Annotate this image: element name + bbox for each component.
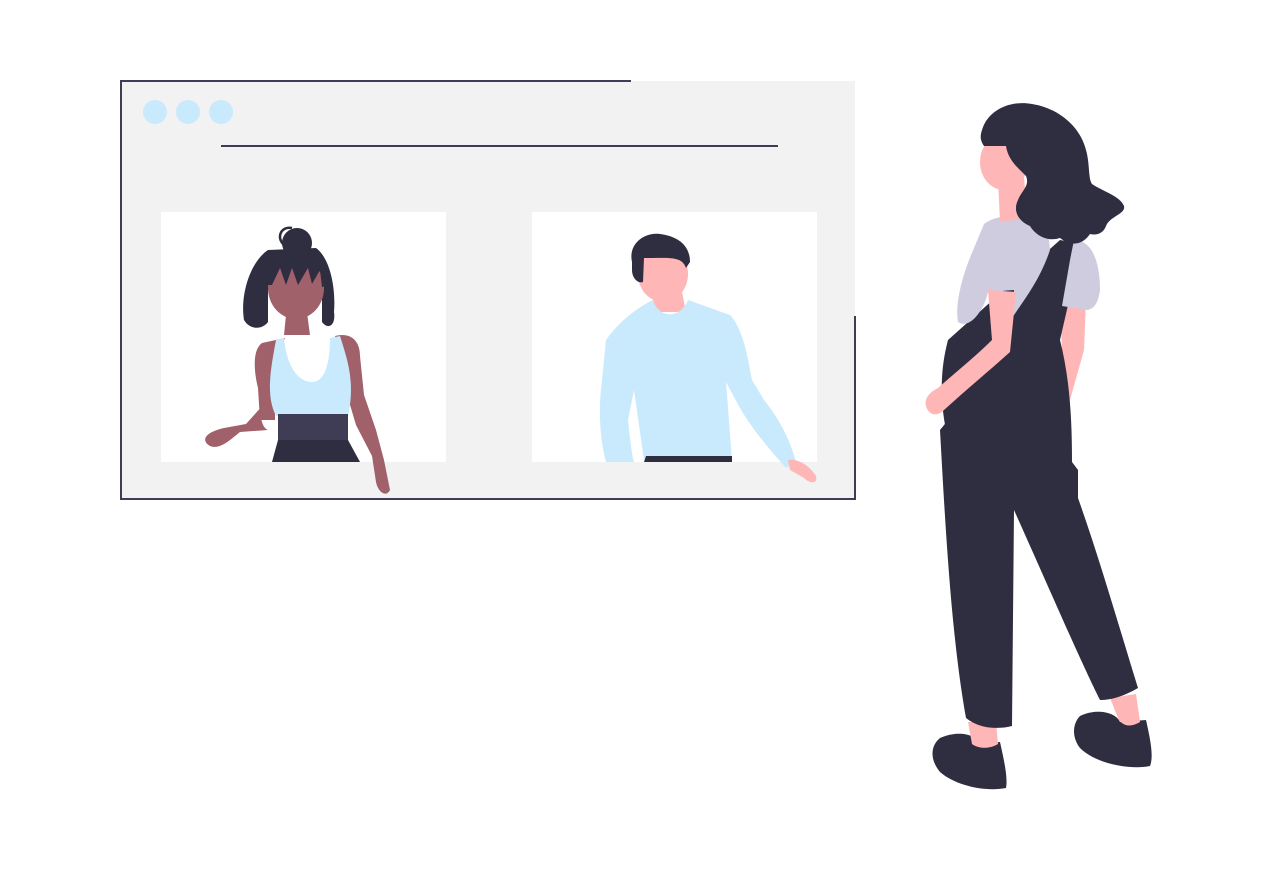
waistband	[278, 414, 348, 440]
window-dot-icon	[143, 100, 167, 124]
window-dot-icon	[176, 100, 200, 124]
pants-top	[644, 456, 732, 462]
shoe-right	[1074, 711, 1152, 768]
skirt	[272, 440, 360, 462]
video-call-illustration	[120, 80, 1152, 790]
window-dot-icon	[209, 100, 233, 124]
standing-woman-figure	[925, 103, 1152, 790]
